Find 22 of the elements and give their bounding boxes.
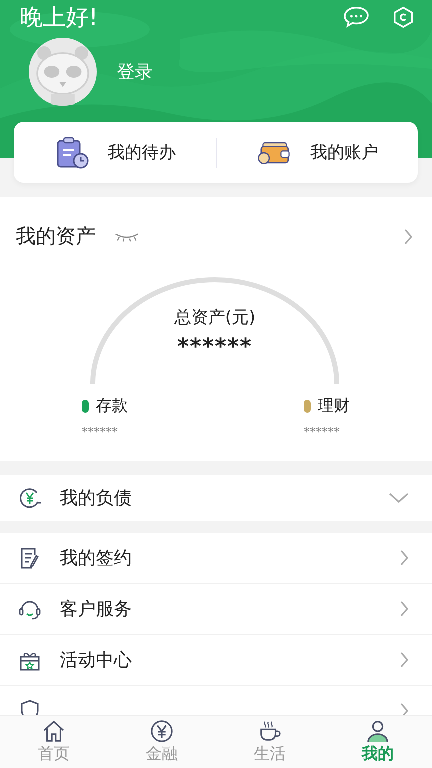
greeting-text: 晚上好! — [20, 4, 98, 32]
chevron-right-icon — [399, 651, 410, 669]
total-assets-label: 总资产(元) — [174, 307, 256, 329]
legend-value: ****** — [304, 425, 341, 439]
legend-label: 存款 — [96, 396, 128, 417]
person-icon — [365, 720, 391, 742]
legend-label: 理财 — [318, 396, 350, 417]
chevron-right-icon — [399, 702, 410, 715]
home-icon — [41, 720, 67, 742]
shortcut-button[interactable]: 我的待办 — [14, 122, 216, 183]
section-title: 我的资产 — [16, 223, 96, 250]
total-assets-value: ****** — [177, 335, 253, 360]
chevron-right-icon — [399, 600, 410, 618]
legend-value: ****** — [82, 425, 119, 439]
liability-row[interactable]: 我的负债 — [0, 475, 432, 521]
eye-closed-icon[interactable] — [114, 230, 140, 242]
chevron-right-icon[interactable] — [403, 228, 414, 246]
yen-circle-icon — [149, 720, 175, 742]
yen-circle-icon — [18, 486, 42, 510]
chevron-right-icon — [399, 549, 410, 567]
shortcut-button[interactable]: 我的账户 — [216, 122, 418, 183]
message-icon[interactable] — [343, 6, 370, 28]
